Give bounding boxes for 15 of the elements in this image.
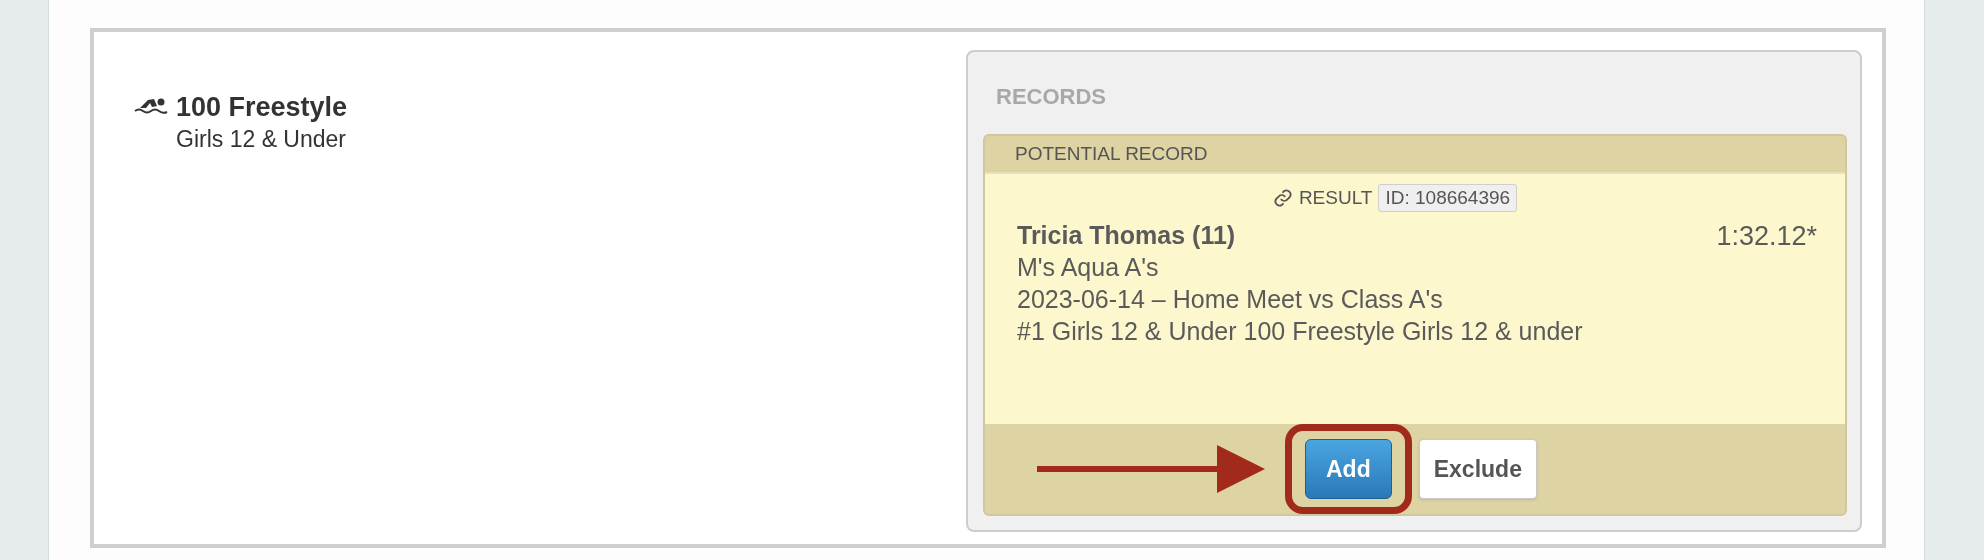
swimmer-icon (134, 96, 168, 116)
meet-name: 2023-06-14 – Home Meet vs Class A's (1017, 283, 1444, 315)
exclude-button[interactable]: Exclude (1418, 439, 1537, 499)
card-header: POTENTIAL RECORD (1014, 142, 1209, 166)
swimmer-name: Tricia Thomas (11) (1017, 219, 1237, 251)
link-icon (1272, 188, 1293, 209)
event-name: #1 Girls 12 & Under 100 Freestyle Girls 12 & under (1017, 315, 1584, 347)
add-button[interactable]: Add (1305, 439, 1392, 499)
result-label: RESULT (1298, 186, 1373, 210)
event-subtitle: Girls 12 & Under (176, 125, 347, 154)
team-name: M's Aqua A's (1017, 251, 1160, 283)
record-time: 1:32.12* (1716, 219, 1817, 253)
event-title: 100 Freestyle (176, 91, 348, 124)
records-heading: RECORDS (996, 83, 1107, 111)
result-id-badge: ID: 108664396 (1378, 184, 1518, 213)
